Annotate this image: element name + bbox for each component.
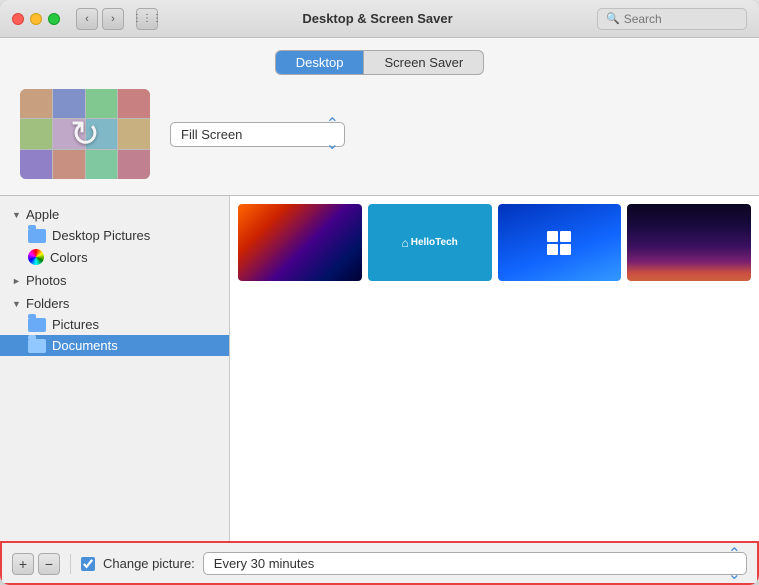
folder-icon: [28, 229, 46, 243]
maximize-button[interactable]: [48, 13, 60, 25]
nav-buttons: ‹ ›: [76, 8, 124, 30]
sidebar-group-label-text: Apple: [26, 207, 59, 222]
sidebar-group-folders[interactable]: ▼ Folders: [0, 293, 229, 314]
interval-dropdown[interactable]: Every 5 seconds Every 1 minute Every 5 m…: [203, 552, 747, 575]
forward-button[interactable]: ›: [102, 8, 124, 30]
sidebar-group-label-text: Photos: [26, 273, 66, 288]
content-area: ▼ Apple Desktop Pictures Colors ► Photos: [0, 195, 759, 541]
sidebar-item-label: Pictures: [52, 317, 99, 332]
segment-control: Desktop Screen Saver: [275, 50, 484, 75]
windows-logo: [547, 231, 571, 255]
search-box[interactable]: 🔍: [597, 8, 747, 30]
refresh-icon: ↻: [70, 113, 100, 155]
search-icon: 🔍: [606, 12, 620, 25]
mosaic-cell: [118, 119, 150, 148]
sidebar-item-label: Desktop Pictures: [52, 228, 150, 243]
divider: [70, 554, 71, 574]
add-button[interactable]: +: [12, 553, 34, 575]
sidebar-item-label: Documents: [52, 338, 118, 353]
wallpaper-thumb-2[interactable]: ⌂ HelloTech: [368, 204, 492, 281]
triangle-down-icon: ▼: [12, 210, 22, 220]
sidebar-group-photos[interactable]: ► Photos: [0, 270, 229, 291]
back-button[interactable]: ‹: [76, 8, 98, 30]
change-picture-row: Change picture: Every 5 seconds Every 1 …: [81, 552, 747, 575]
close-button[interactable]: [12, 13, 24, 25]
wallpaper-thumb-4[interactable]: [627, 204, 751, 281]
bottom-bar: + − Change picture: Every 5 seconds Ever…: [0, 541, 759, 585]
mosaic-cell: [118, 150, 150, 179]
segment-control-area: Desktop Screen Saver: [0, 38, 759, 85]
sidebar-section-folders: ▼ Folders Pictures Documents: [0, 293, 229, 356]
sidebar-item-documents[interactable]: Documents: [0, 335, 229, 356]
sidebar-group-apple[interactable]: ▼ Apple: [0, 204, 229, 225]
window-title: Desktop & Screen Saver: [166, 11, 589, 26]
preview-thumbnail: ↻: [20, 89, 150, 179]
fill-screen-dropdown[interactable]: Fill Screen Fit to Screen Stretch to Fil…: [170, 122, 345, 147]
search-input[interactable]: [624, 12, 734, 26]
window: ‹ › ⋮⋮⋮ Desktop & Screen Saver 🔍 Desktop…: [0, 0, 759, 585]
mosaic-cell: [20, 150, 52, 179]
tab-desktop[interactable]: Desktop: [276, 51, 365, 74]
wallpaper-thumb-3[interactable]: [498, 204, 622, 281]
sidebar-item-label: Colors: [50, 250, 88, 265]
triangle-right-icon: ►: [12, 276, 22, 286]
colors-icon: [28, 249, 44, 265]
folder-icon: [28, 339, 46, 353]
sidebar-item-colors[interactable]: Colors: [0, 246, 229, 268]
sidebar-item-desktop-pictures[interactable]: Desktop Pictures: [0, 225, 229, 246]
hellotech-logo: ⌂ HelloTech: [401, 236, 457, 250]
preview-area: ↻ Fill Screen Fit to Screen Stretch to F…: [0, 85, 759, 195]
add-remove-buttons: + −: [12, 553, 60, 575]
sidebar-section-apple: ▼ Apple Desktop Pictures Colors: [0, 204, 229, 268]
sidebar-group-label-text: Folders: [26, 296, 69, 311]
sidebar: ▼ Apple Desktop Pictures Colors ► Photos: [0, 196, 230, 541]
mosaic-cell: [20, 89, 52, 118]
grid-button[interactable]: ⋮⋮⋮: [136, 8, 158, 30]
folder-icon: [28, 318, 46, 332]
sidebar-item-pictures[interactable]: Pictures: [0, 314, 229, 335]
remove-button[interactable]: −: [38, 553, 60, 575]
change-picture-checkbox[interactable]: [81, 557, 95, 571]
fill-screen-dropdown-container: Fill Screen Fit to Screen Stretch to Fil…: [170, 122, 345, 147]
triangle-down-icon: ▼: [12, 299, 22, 309]
wallpaper-grid: ⌂ HelloTech: [230, 196, 759, 541]
titlebar: ‹ › ⋮⋮⋮ Desktop & Screen Saver 🔍: [0, 0, 759, 38]
tab-screen-saver[interactable]: Screen Saver: [364, 51, 483, 74]
sidebar-section-photos: ► Photos: [0, 270, 229, 291]
wallpaper-thumb-1[interactable]: [238, 204, 362, 281]
mosaic-cell: [118, 89, 150, 118]
change-picture-label: Change picture:: [103, 556, 195, 571]
traffic-lights: [12, 13, 60, 25]
interval-dropdown-container: Every 5 seconds Every 1 minute Every 5 m…: [203, 552, 747, 575]
minimize-button[interactable]: [30, 13, 42, 25]
mosaic-cell: [20, 119, 52, 148]
